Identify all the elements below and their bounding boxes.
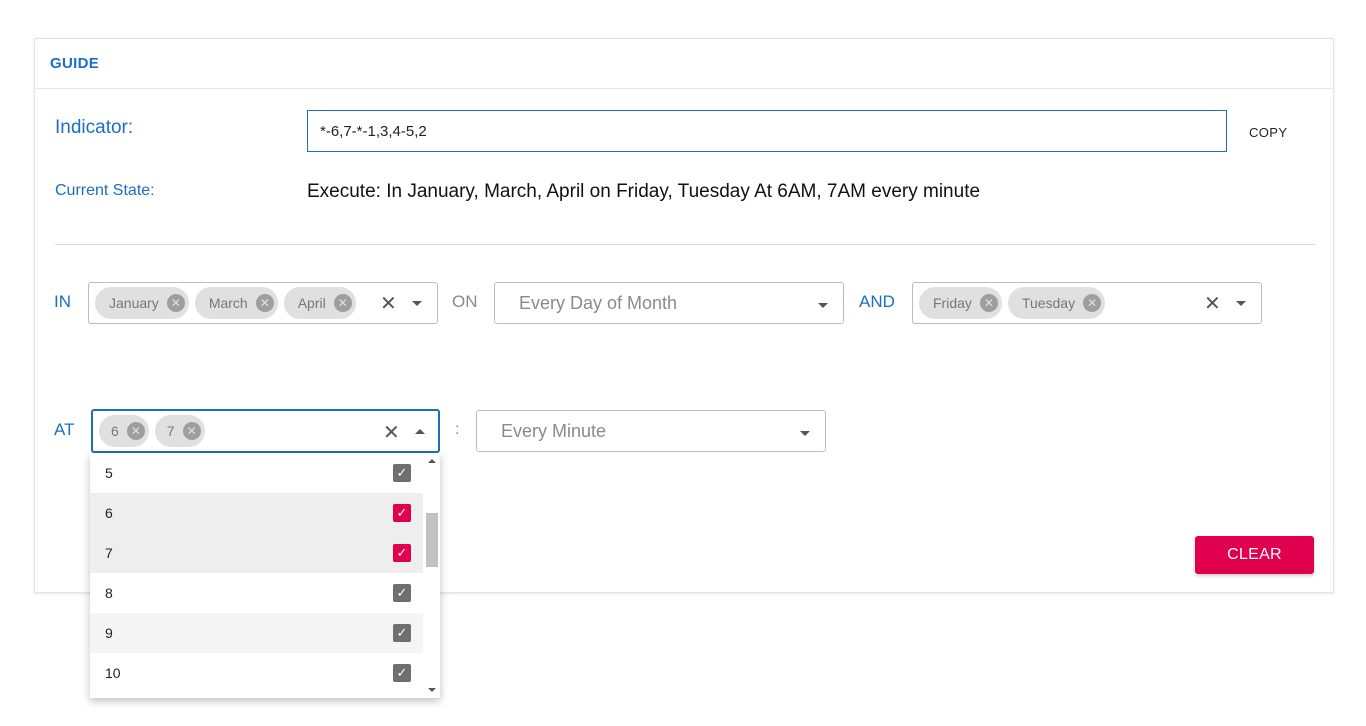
day-of-month-placeholder: Every Day of Month	[519, 292, 678, 313]
month-chip: March ✕	[194, 287, 278, 319]
indicator-input[interactable]	[307, 110, 1227, 152]
circle-x-icon[interactable]: ✕	[126, 422, 145, 440]
chip-label: January	[109, 295, 159, 311]
current-state-value: Execute: In January, March, April on Fri…	[307, 181, 981, 202]
chip-label: April	[297, 295, 326, 311]
copy-button[interactable]: COPY	[1249, 125, 1287, 140]
day-of-month-select[interactable]: Every Day of Month	[494, 282, 844, 324]
circle-x-icon[interactable]: ✕	[333, 294, 352, 312]
time-separator: :	[455, 421, 460, 438]
dropdown-item-label: 9	[105, 625, 113, 641]
checkbox-icon[interactable]: ✓	[393, 544, 411, 562]
close-icon[interactable]: ✕	[383, 420, 400, 445]
weekday-chip: Tuesday ✕	[1007, 287, 1106, 319]
chip-label: 6	[111, 423, 119, 439]
caret-down-icon[interactable]	[412, 301, 422, 306]
scroll-down-icon[interactable]	[428, 688, 436, 692]
dropdown-item-9[interactable]: 9 ✓	[90, 613, 423, 653]
dropdown-item-6[interactable]: 6 ✓	[90, 493, 423, 533]
on-label: ON	[452, 292, 478, 311]
caret-up-icon[interactable]	[415, 429, 425, 434]
hour-chip: 6 ✕	[99, 415, 149, 447]
dropdown-item-8[interactable]: 8 ✓	[90, 573, 423, 613]
divider	[55, 244, 1315, 245]
card-header: GUIDE	[35, 39, 1333, 89]
weekday-select[interactable]: Friday ✕ Tuesday ✕ ✕	[912, 282, 1262, 324]
dropdown-item-label: 8	[105, 585, 113, 601]
current-state-label: Current State:	[55, 182, 155, 199]
caret-down-icon[interactable]	[818, 303, 828, 308]
checkbox-icon[interactable]: ✓	[393, 624, 411, 642]
dropdown-scrollbar[interactable]	[423, 453, 440, 698]
indicator-label: Indicator:	[55, 117, 134, 138]
dropdown-item-7[interactable]: 7 ✓	[90, 533, 423, 573]
clear-button[interactable]: CLEAR	[1195, 536, 1314, 574]
checkbox-icon[interactable]: ✓	[393, 464, 411, 482]
minute-select[interactable]: Every Minute	[476, 410, 826, 452]
circle-x-icon[interactable]: ✕	[1083, 294, 1102, 312]
checkbox-icon[interactable]: ✓	[393, 584, 411, 602]
hour-select[interactable]: 6 ✕ 7 ✕ ✕	[91, 409, 440, 453]
hour-chip: 7 ✕	[154, 415, 205, 447]
dropdown-item-label: 6	[105, 505, 113, 521]
chip-label: March	[208, 295, 248, 311]
chip-label: Tuesday	[1021, 295, 1076, 311]
circle-x-icon[interactable]: ✕	[166, 294, 185, 312]
month-chip: January ✕	[95, 287, 189, 319]
circle-x-icon[interactable]: ✕	[182, 422, 201, 440]
close-icon[interactable]: ✕	[1204, 291, 1221, 316]
caret-down-icon[interactable]	[800, 431, 810, 436]
dropdown-item-label: 10	[105, 665, 121, 681]
caret-down-icon[interactable]	[1236, 301, 1246, 306]
chip-label: Friday	[933, 295, 972, 311]
month-chip: April ✕	[283, 287, 356, 319]
chip-label: 7	[166, 423, 175, 439]
at-label: AT	[54, 420, 75, 439]
hour-dropdown-list: 5 ✓ 6 ✓ 7 ✓ 8 ✓ 9 ✓ 10 ✓	[90, 453, 440, 698]
scroll-thumb[interactable]	[426, 513, 438, 567]
checkbox-icon[interactable]: ✓	[393, 504, 411, 522]
circle-x-icon[interactable]: ✕	[979, 294, 998, 312]
in-label: IN	[54, 292, 71, 311]
and-label: AND	[859, 292, 895, 311]
dropdown-item-10[interactable]: 10 ✓	[90, 653, 423, 693]
dropdown-item-label: 7	[105, 545, 113, 561]
dropdown-item-label: 5	[105, 465, 113, 481]
dropdown-item-5[interactable]: 5 ✓	[90, 453, 423, 493]
scroll-up-icon[interactable]	[428, 459, 436, 463]
month-select[interactable]: January ✕ March ✕ April ✕ ✕	[88, 282, 438, 324]
circle-x-icon[interactable]: ✕	[255, 294, 274, 312]
checkbox-icon[interactable]: ✓	[393, 664, 411, 682]
card-title: GUIDE	[50, 55, 100, 72]
weekday-chip: Friday ✕	[919, 287, 1002, 319]
close-icon[interactable]: ✕	[380, 291, 397, 316]
minute-placeholder: Every Minute	[501, 420, 607, 441]
